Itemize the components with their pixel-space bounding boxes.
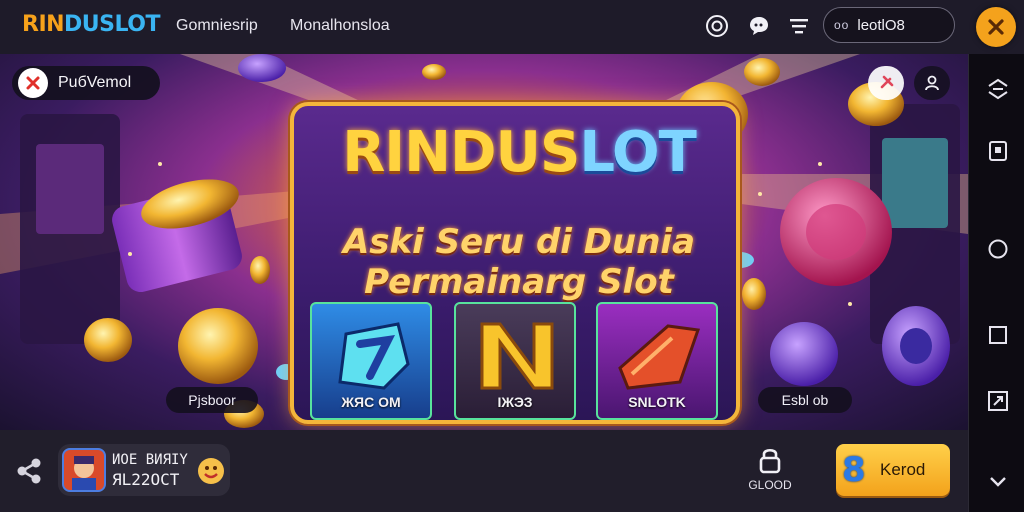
play-button-label: Kerod	[880, 460, 926, 479]
close-icon	[988, 19, 1004, 35]
game-card-1-label: ЖЯС ОМ	[341, 394, 401, 410]
pin-icon	[880, 75, 894, 89]
game-card-2[interactable]: IЖЭЗ	[454, 302, 576, 420]
user-chip[interactable]: PuбVemol	[12, 66, 160, 100]
game-card-1[interactable]: ЖЯС ОМ	[310, 302, 432, 420]
brand-logo[interactable]: RINDUSLOT	[22, 12, 160, 37]
square-icon[interactable]	[985, 322, 1011, 348]
recent-game-chip[interactable]: ИОЕ ВИЯIY ЯL22ОСТ	[58, 444, 230, 496]
filter-icon[interactable]	[786, 13, 812, 39]
nav-item-games[interactable]: Gomniesrip	[176, 17, 258, 35]
game-title-line-2: ЯL22ОСТ	[112, 470, 180, 489]
pin-button[interactable]	[868, 66, 904, 100]
promo-title-accent: LOT	[579, 120, 696, 185]
x-icon	[26, 76, 40, 90]
user-chip-label: PuбVemol	[58, 74, 132, 91]
promo-title: RINDUSLOT	[294, 120, 744, 185]
promo-panel: RINDUSLOT Aski Seru di Dunia Permainarg …	[290, 102, 740, 424]
hero-banner[interactable]: PuбVemol RINDUSLOT Aski Seru di Dunia Pe…	[0, 54, 968, 430]
logo-prefix: RIN	[22, 12, 65, 37]
search-prefix: oo	[834, 18, 850, 32]
chat-icon[interactable]	[746, 13, 772, 39]
share-icon[interactable]	[14, 456, 44, 486]
search-value: leotlO8	[857, 16, 905, 34]
target-icon[interactable]	[704, 13, 730, 39]
chevron-down-icon[interactable]	[985, 468, 1011, 494]
game-card-3[interactable]: SNLOTK	[596, 302, 718, 420]
play-button-number: 8	[842, 450, 866, 490]
caption-left[interactable]: Pjsboor	[166, 387, 258, 413]
promo-subtitle-1: Aski Seru di Dunia	[342, 222, 696, 262]
profile-button[interactable]	[914, 66, 950, 100]
nav-item-promotions[interactable]: Monalhonsloa	[290, 17, 390, 35]
lock-label: GLOOD	[748, 478, 792, 492]
promo-subtitle-2: Permainarg Slot	[364, 262, 674, 302]
bookmark-icon[interactable]	[985, 138, 1011, 164]
search-field[interactable]: oo leotlO8	[823, 7, 955, 43]
lock-icon	[759, 448, 781, 474]
profile-icon	[925, 75, 939, 91]
lock-button[interactable]: GLOOD	[748, 444, 792, 496]
top-bar: RINDUSLOT Gomniesrip Monalhonsloa oo leo…	[0, 0, 1024, 54]
game-card-2-label: IЖЭЗ	[497, 394, 533, 410]
promo-title-main: RINDUS	[342, 120, 580, 185]
caption-right[interactable]: Esbl ob	[758, 387, 852, 413]
logo-suffix: DUSLOT	[64, 12, 160, 37]
close-button[interactable]	[976, 7, 1016, 47]
app-root: RINDUSLOT Gomniesrip Monalhonsloa oo leo…	[0, 0, 1024, 512]
game-card-3-label: SNLOTK	[628, 394, 686, 410]
game-thumbnail	[62, 448, 106, 492]
zoom-icon[interactable]	[985, 76, 1011, 102]
game-title-line-1: ИОЕ ВИЯIY	[112, 452, 188, 468]
right-rail	[968, 54, 1024, 512]
expand-icon[interactable]	[985, 388, 1011, 414]
bottom-bar: ИОЕ ВИЯIY ЯL22ОСТ GLOOD 8 Kerod	[0, 430, 968, 512]
play-button[interactable]: 8 Kerod	[836, 444, 950, 496]
circle-icon[interactable]	[985, 236, 1011, 262]
avatar	[18, 68, 48, 98]
emoji-icon	[198, 458, 224, 484]
